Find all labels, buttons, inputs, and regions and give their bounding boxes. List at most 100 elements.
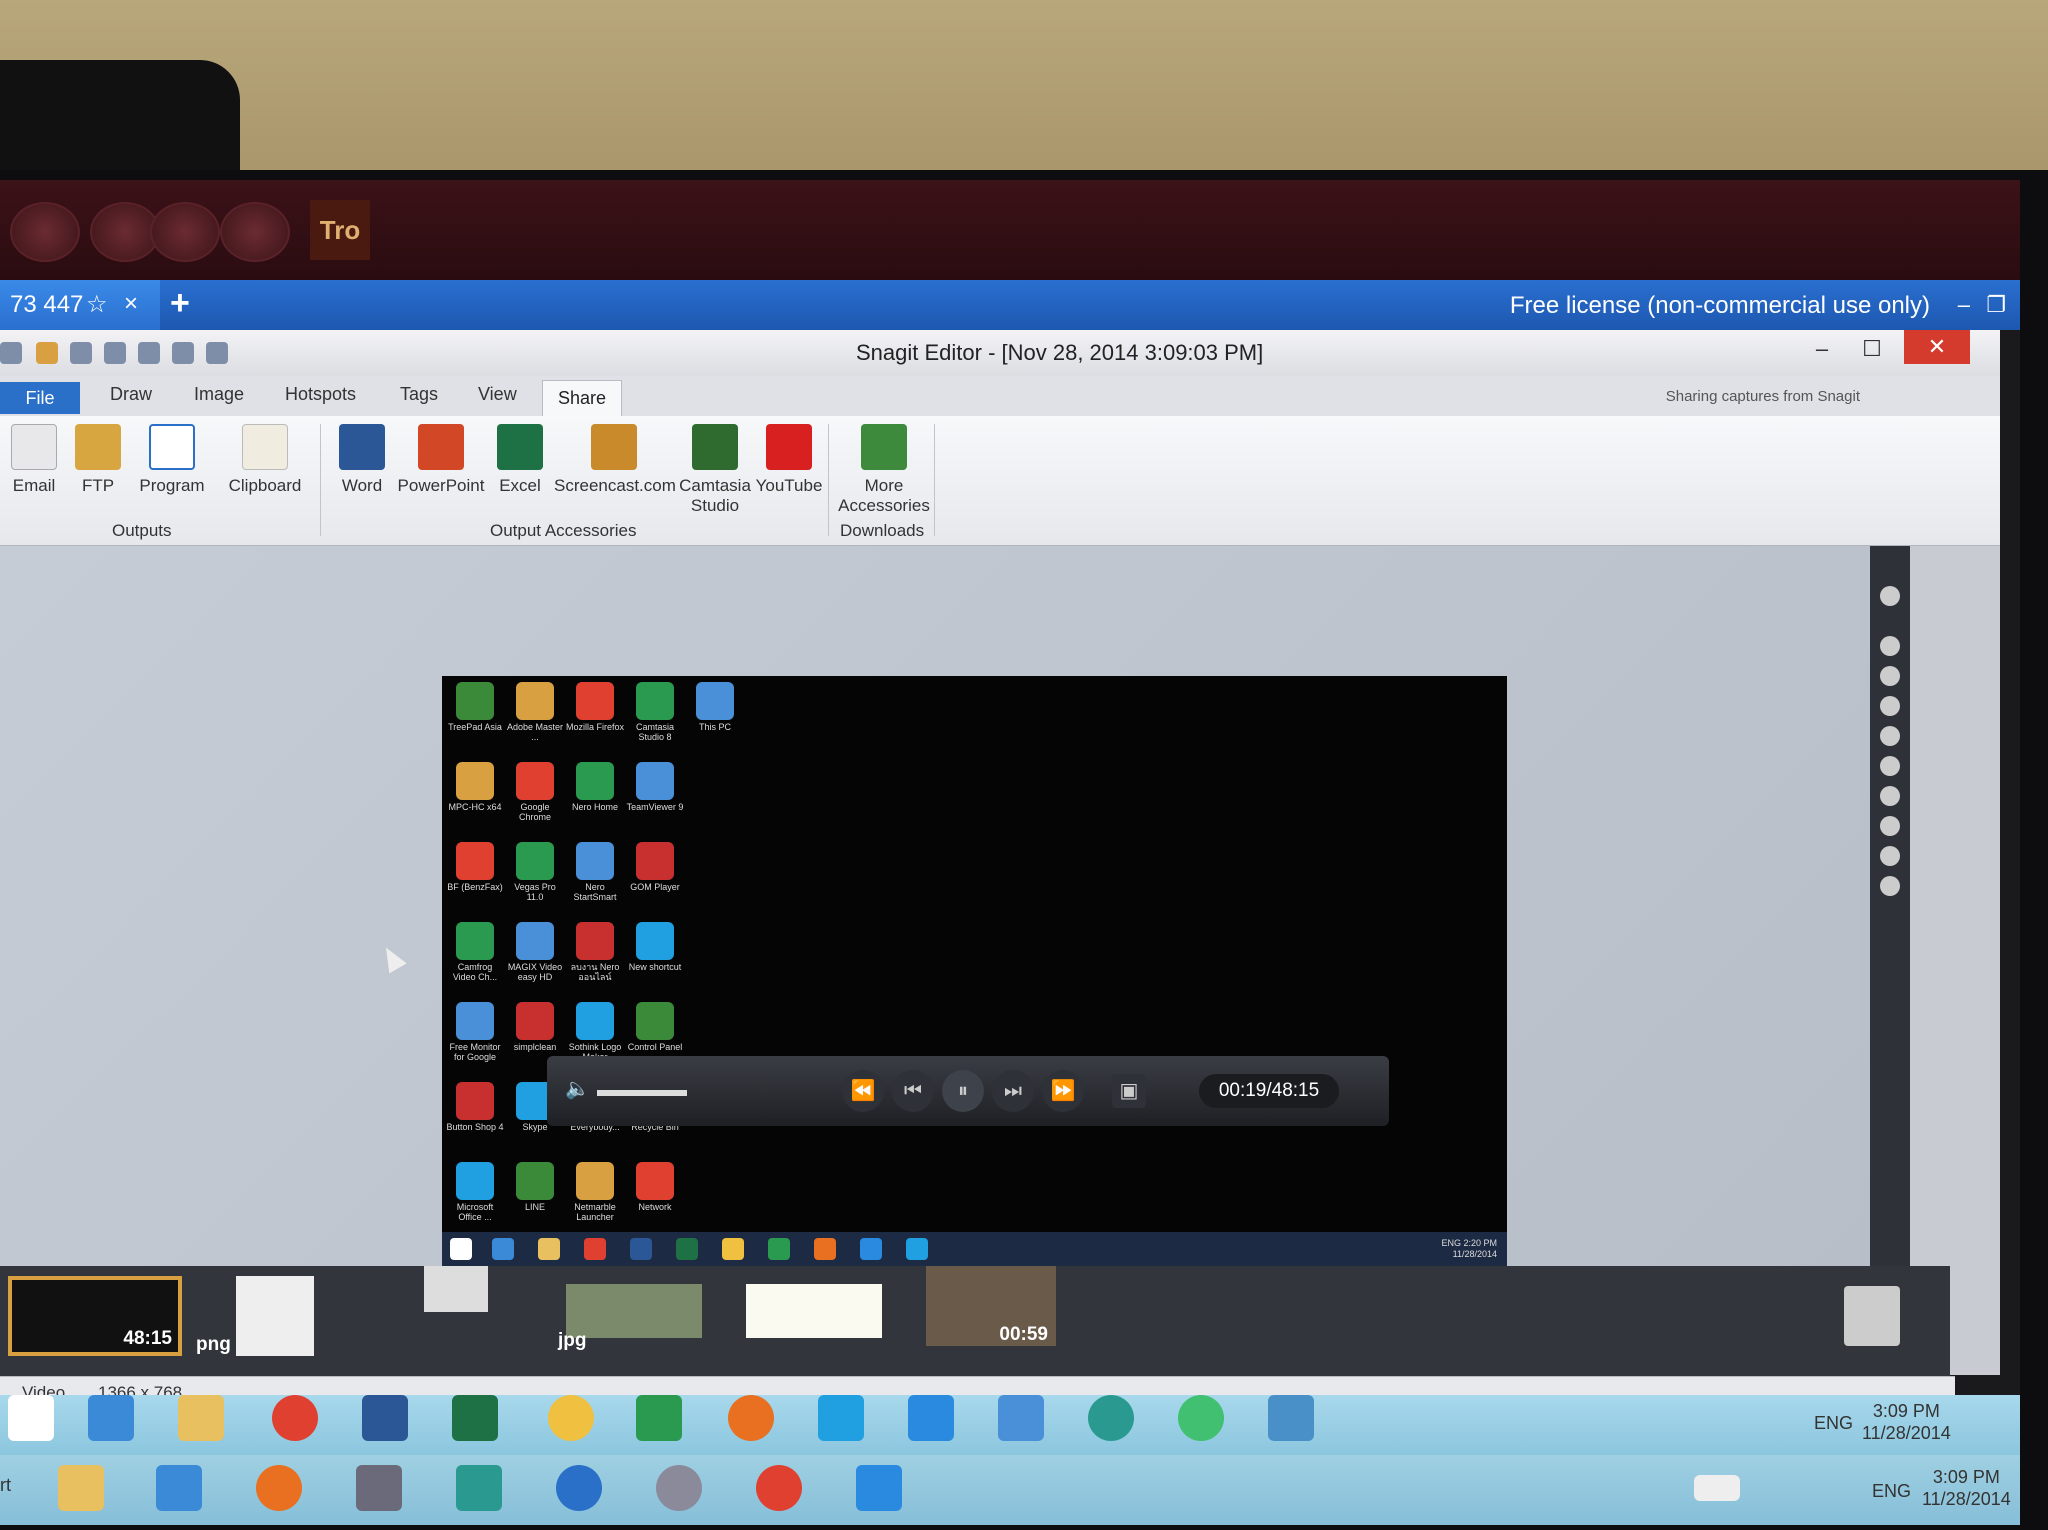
tab-hotspots[interactable]: Hotspots: [285, 384, 356, 405]
capture-icon[interactable]: [206, 342, 228, 364]
volume-slider[interactable]: [597, 1090, 687, 1096]
lower-taskbar-lang[interactable]: ENG: [1872, 1481, 1911, 1503]
ie-icon[interactable]: [156, 1465, 202, 1511]
capture-thumbnail[interactable]: jpg: [558, 1284, 702, 1351]
redo-icon[interactable]: [172, 342, 194, 364]
tab-view[interactable]: View: [478, 384, 517, 405]
itunes-icon[interactable]: [556, 1465, 602, 1511]
youtube-button[interactable]: YouTube: [754, 424, 824, 496]
captured-desktop[interactable]: TreePad Asia Adobe Master ... Mozilla Fire…: [442, 676, 1507, 1266]
folder-icon[interactable]: [178, 1395, 224, 1441]
volume-icon[interactable]: 🔈: [565, 1076, 590, 1101]
open-icon[interactable]: [36, 342, 58, 364]
tab-draw[interactable]: Draw: [110, 384, 152, 405]
save-icon[interactable]: [70, 342, 92, 364]
tab-file[interactable]: File: [0, 382, 80, 414]
style-icon[interactable]: [1880, 726, 1900, 746]
desktop-icon[interactable]: Google Chrome: [506, 762, 564, 823]
desktop-icon[interactable]: Nero Home: [566, 762, 624, 813]
chrome-icon[interactable]: [272, 1395, 318, 1441]
desktop-icon[interactable]: Camtasia Studio 8: [626, 682, 684, 743]
tab-image[interactable]: Image: [194, 384, 244, 405]
line-icon[interactable]: [1178, 1395, 1224, 1441]
camtasia-button[interactable]: Camtasia Studio: [678, 424, 752, 516]
malwarebytes-icon[interactable]: [998, 1395, 1044, 1441]
tab-tags[interactable]: Tags: [400, 384, 438, 405]
style-icon[interactable]: [1880, 816, 1900, 836]
minimize-button[interactable]: –: [1958, 292, 1970, 318]
desktop-icon[interactable]: TreePad Asia: [446, 682, 504, 733]
email-button[interactable]: Email: [8, 424, 60, 496]
desktop-icon[interactable]: Mozilla Firefox: [566, 682, 624, 733]
desktop-icon[interactable]: This PC: [686, 682, 744, 733]
desktop-icon[interactable]: MAGIX Video easy HD: [506, 922, 564, 983]
new-tab-button[interactable]: +: [170, 284, 190, 323]
circle-button[interactable]: [10, 202, 80, 262]
desktop-icon[interactable]: Adobe Master ...: [506, 682, 564, 743]
menu-icon[interactable]: [0, 342, 22, 364]
teamviewer-icon[interactable]: [908, 1395, 954, 1441]
settings-icon[interactable]: [356, 1465, 402, 1511]
firefox-icon[interactable]: [256, 1465, 302, 1511]
word-button[interactable]: Word: [332, 424, 392, 496]
desktop-icon[interactable]: Control Panel: [626, 1002, 684, 1053]
clipboard-button[interactable]: Clipboard: [222, 424, 308, 496]
style-icon[interactable]: [1880, 876, 1900, 896]
desktop-icon[interactable]: ลบงาน Nero ออนไลน์: [566, 922, 624, 983]
capture-thumbnail[interactable]: 00:59: [926, 1266, 1056, 1346]
desktop-icon[interactable]: LINE: [506, 1162, 564, 1213]
search-icon[interactable]: [1880, 586, 1900, 606]
screencast-button[interactable]: Screencast.com: [554, 424, 676, 496]
desktop-icon[interactable]: Button Shop 4: [446, 1082, 504, 1133]
star-icon[interactable]: ☆: [86, 290, 108, 319]
word-icon[interactable]: [362, 1395, 408, 1441]
teamviewer-icon[interactable]: [856, 1465, 902, 1511]
desktop-icon[interactable]: Nero StartSmart: [566, 842, 624, 903]
webcam-icon[interactable]: [656, 1465, 702, 1511]
circle-button[interactable]: [150, 202, 220, 262]
desktop-icon[interactable]: Camfrog Video Ch...: [446, 922, 504, 983]
capture-thumbnail[interactable]: [746, 1284, 882, 1338]
desktop-icon[interactable]: Sothink Logo Maker: [566, 1002, 624, 1063]
store-icon[interactable]: [636, 1395, 682, 1441]
desktop-icon[interactable]: Network: [626, 1162, 684, 1213]
program-button[interactable]: Program: [136, 424, 208, 496]
ftp-button[interactable]: FTP: [72, 424, 124, 496]
firefox-icon[interactable]: [728, 1395, 774, 1441]
desktop-icon[interactable]: Free Monitor for Google: [446, 1002, 504, 1063]
desktop-icon[interactable]: New shortcut: [626, 922, 684, 973]
desktop-icon[interactable]: TeamViewer 9: [626, 762, 684, 813]
circle-button[interactable]: [220, 202, 290, 262]
maximize-button[interactable]: ☐: [1854, 336, 1890, 362]
snagit-icon[interactable]: [1268, 1395, 1314, 1441]
step-back-button[interactable]: ⏮: [892, 1070, 934, 1112]
taskbar-clock[interactable]: 3:09 PM 11/28/2014: [1862, 1401, 1951, 1444]
desktop-icon[interactable]: Vegas Pro 11.0: [506, 842, 564, 903]
tro-icon[interactable]: Tro: [310, 200, 370, 260]
style-icon[interactable]: [1880, 786, 1900, 806]
gom-icon[interactable]: [548, 1395, 594, 1441]
undo-icon[interactable]: [138, 342, 160, 364]
taskbar-lang[interactable]: ENG: [1814, 1413, 1853, 1435]
style-icon[interactable]: [1880, 696, 1900, 716]
rewind-button[interactable]: ⏪: [842, 1070, 884, 1112]
teamviewer-icon[interactable]: [456, 1465, 502, 1511]
chrome-icon[interactable]: [756, 1465, 802, 1511]
excel-icon[interactable]: [452, 1395, 498, 1441]
print-icon[interactable]: [104, 342, 126, 364]
capture-thumbnail[interactable]: [424, 1266, 488, 1312]
close-icon[interactable]: ×: [124, 290, 138, 318]
lower-taskbar-clock[interactable]: 3:09 PM 11/28/2014: [1922, 1467, 2011, 1510]
library-folder-icon[interactable]: [1844, 1286, 1900, 1346]
style-icon[interactable]: [1880, 846, 1900, 866]
camtasia-icon[interactable]: [1088, 1395, 1134, 1441]
minimize-button[interactable]: –: [1804, 336, 1840, 362]
more-accessories-button[interactable]: More Accessories: [836, 424, 932, 516]
style-icon[interactable]: [1880, 636, 1900, 656]
fast-forward-button[interactable]: ⏩: [1042, 1070, 1084, 1112]
tab-share[interactable]: Share: [542, 380, 622, 416]
style-icon[interactable]: [1880, 666, 1900, 686]
desktop-icon[interactable]: simplclean: [506, 1002, 564, 1053]
desktop-icon[interactable]: Microsoft Office ...: [446, 1162, 504, 1223]
pause-button[interactable]: ⏸: [942, 1070, 984, 1112]
